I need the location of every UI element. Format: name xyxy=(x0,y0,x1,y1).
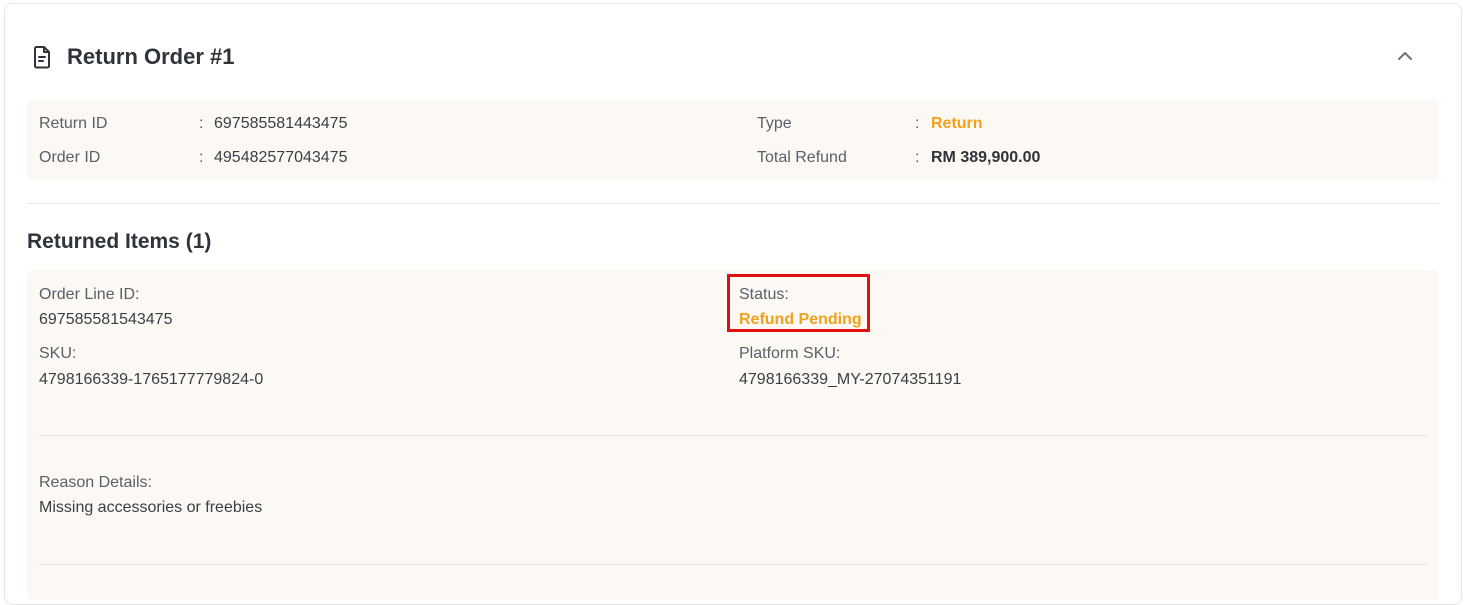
order-id-label: Order ID xyxy=(39,149,101,166)
document-icon xyxy=(31,45,53,69)
type-label: Type xyxy=(757,115,792,132)
order-id-value: 495482577043475 xyxy=(214,149,348,166)
total-refund-value: RM 389,900.00 xyxy=(931,149,1041,166)
return-id-value: 697585581443475 xyxy=(214,115,348,132)
return-order-card: Return Order #1 Return ID : 697585581443… xyxy=(4,3,1462,605)
order-summary-panel: Return ID : 697585581443475 Order ID : 4… xyxy=(27,100,1439,180)
platform-sku-value: 4798166339_MY-27074351191 xyxy=(739,371,962,388)
chevron-up-icon xyxy=(1398,52,1412,60)
divider xyxy=(39,564,1427,565)
separator: : xyxy=(915,149,920,166)
sku-value: 4798166339-1765177779824-0 xyxy=(39,371,264,388)
separator: : xyxy=(199,149,204,166)
divider xyxy=(27,203,1439,204)
returned-item: Order Line ID: 697585581543475 Status: R… xyxy=(27,270,1439,600)
reason-details-label: Reason Details: xyxy=(39,474,152,491)
separator: : xyxy=(915,115,920,132)
card-header: Return Order #1 xyxy=(31,40,235,74)
type-value: Return xyxy=(931,115,983,132)
reason-details-value: Missing accessories or freebies xyxy=(39,499,263,516)
page-title: Return Order #1 xyxy=(67,44,235,69)
status-highlight-box xyxy=(727,274,870,332)
order-line-id-value: 697585581543475 xyxy=(39,311,173,328)
platform-sku-label: Platform SKU: xyxy=(739,345,841,362)
order-line-id-label: Order Line ID: xyxy=(39,286,140,303)
total-refund-label: Total Refund xyxy=(757,149,847,166)
separator: : xyxy=(199,115,204,132)
divider xyxy=(39,435,1427,436)
collapse-button[interactable] xyxy=(1393,44,1417,68)
sku-label: SKU: xyxy=(39,345,77,362)
returned-items-heading: Returned Items (1) xyxy=(27,230,212,253)
return-id-label: Return ID xyxy=(39,115,108,132)
